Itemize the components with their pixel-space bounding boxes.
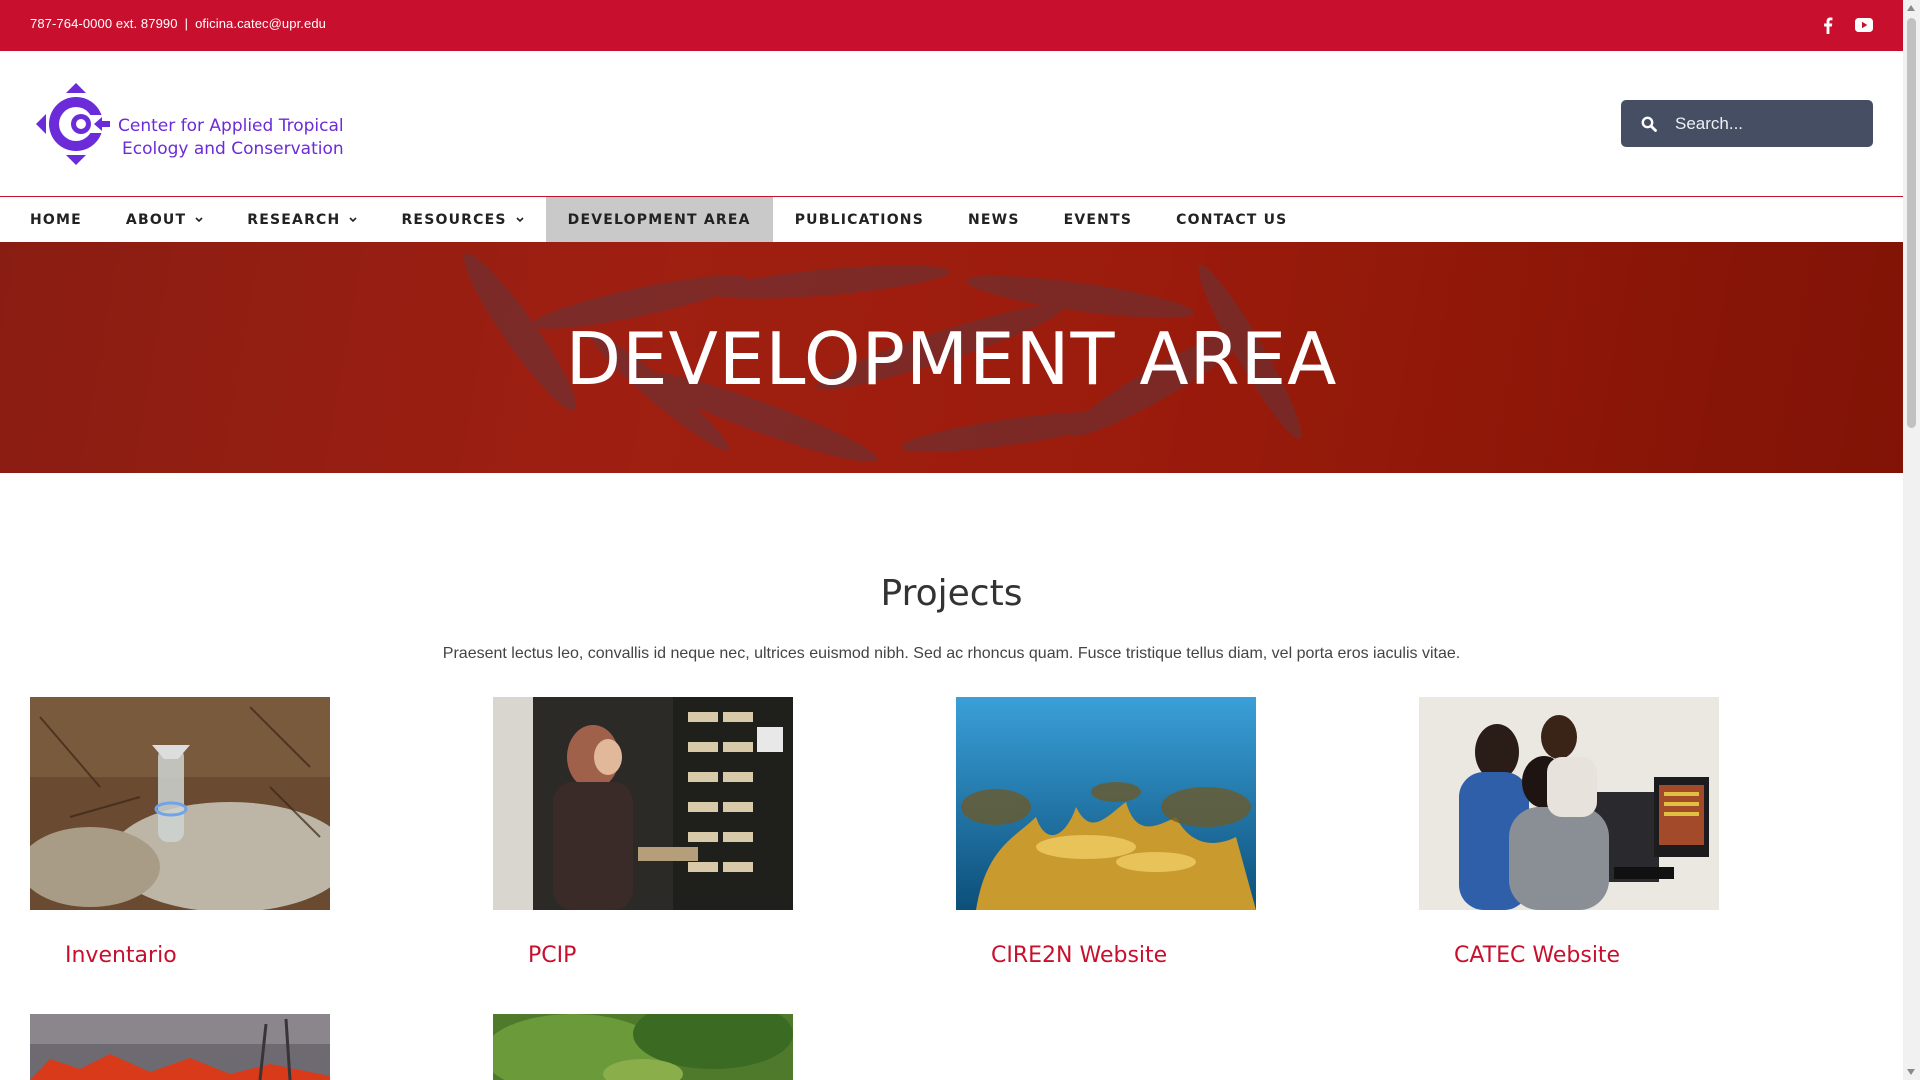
contact-separator: | (184, 16, 189, 31)
nav-label: DEVELOPMENT AREA (567, 211, 751, 228)
scroll-down-icon[interactable] (1907, 1069, 1915, 1075)
nav-item-news[interactable]: NEWS (946, 197, 1042, 242)
search-icon[interactable] (1641, 115, 1659, 133)
logo-line-1: Center for Applied Tropical (118, 116, 344, 136)
search-input[interactable] (1673, 112, 1867, 135)
project-title-pcip[interactable]: PCIP (528, 943, 576, 968)
nav-item-resources[interactable]: RESOURCES (379, 197, 545, 242)
project-title-catec-website[interactable]: CATEC Website (1454, 943, 1620, 968)
page-hero: DEVELOPMENT AREA (0, 242, 1903, 473)
chevron-down-icon (516, 216, 524, 223)
project-image-inventario[interactable] (30, 697, 330, 910)
facebook-icon[interactable] (1817, 14, 1839, 36)
search-box[interactable] (1621, 100, 1873, 147)
project-title-cire2n-website[interactable]: CIRE2N Website (991, 943, 1167, 968)
chevron-down-icon (195, 216, 203, 223)
phone-number: 787-764-0000 ext. 87990 (30, 16, 178, 31)
logo-text: Center for Applied Tropical Ecology and … (118, 115, 344, 161)
chevron-down-icon (349, 216, 358, 223)
nav-item-publications[interactable]: PUBLICATIONS (773, 197, 946, 242)
section-title: Projects (880, 573, 1023, 614)
nav-label: NEWS (968, 211, 1020, 228)
main-nav: HOME ABOUT RESEARCH RESOURCES DEVELOPMEN… (0, 197, 1903, 242)
nav-label: EVENTS (1063, 211, 1133, 228)
section-description: Praesent lectus leo, convallis id neque … (442, 645, 1461, 662)
page-title: DEVELOPMENT AREA (565, 317, 1338, 401)
nav-item-events[interactable]: EVENTS (1042, 197, 1155, 242)
site-logo[interactable]: Center for Applied Tropical Ecology and … (34, 81, 354, 167)
project-image-6[interactable] (493, 1014, 793, 1080)
project-title-inventario[interactable]: Inventario (65, 943, 177, 968)
project-image-pcip[interactable] (493, 697, 793, 910)
scroll-up-icon[interactable] (1907, 5, 1915, 11)
nav-label: RESOURCES (401, 211, 507, 228)
nav-item-development-area[interactable]: DEVELOPMENT AREA (545, 197, 773, 242)
logo-line-2: Ecology and Conservation (122, 139, 344, 159)
logo-mark-icon (36, 83, 110, 165)
contact-info: 787-764-0000 ext. 87990 | oficina.catec@up… (30, 16, 326, 31)
nav-item-research[interactable]: RESEARCH (225, 197, 379, 242)
nav-item-home[interactable]: HOME (8, 197, 104, 242)
page-scrollbar[interactable] (1903, 0, 1920, 1080)
top-bar: 787-764-0000 ext. 87990 | oficina.catec@up… (0, 0, 1903, 51)
nav-label: HOME (30, 211, 82, 228)
email-link[interactable]: oficina.catec@upr.edu (195, 16, 326, 31)
project-image-catec-website[interactable] (1419, 697, 1719, 910)
nav-label: RESEARCH (247, 211, 341, 228)
youtube-icon[interactable] (1853, 14, 1875, 36)
site-header: Center for Applied Tropical Ecology and … (0, 51, 1903, 197)
nav-label: ABOUT (125, 211, 187, 228)
project-image-cire2n-website[interactable] (956, 697, 1256, 910)
nav-item-about[interactable]: ABOUT (104, 197, 225, 242)
nav-item-contact-us[interactable]: CONTACT US (1154, 197, 1309, 242)
project-image-5[interactable] (30, 1014, 330, 1080)
nav-label: PUBLICATIONS (794, 211, 924, 228)
scrollbar-thumb[interactable] (1907, 18, 1916, 428)
nav-label: CONTACT US (1176, 211, 1288, 228)
